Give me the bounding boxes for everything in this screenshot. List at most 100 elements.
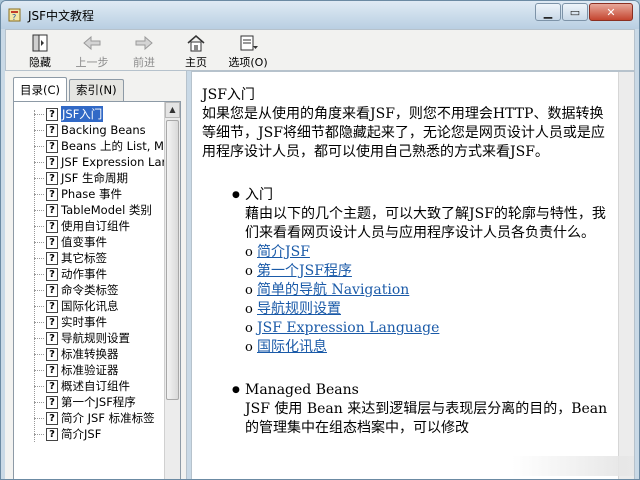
topic-link[interactable]: 导航规则设置 xyxy=(257,300,341,319)
topic-link[interactable]: 简单的导航 Navigation xyxy=(257,281,409,300)
forward-label: 前进 xyxy=(133,56,155,69)
help-page-icon: ? xyxy=(46,315,58,329)
circle-bullet-icon: o xyxy=(245,302,253,317)
tree-item[interactable]: ? Beans 上的 List, M xyxy=(14,138,164,154)
forward-arrow-icon xyxy=(135,35,153,51)
link-item: o 导航规则设置 xyxy=(245,300,612,319)
navigation-pane: 目录(C) 索引(N) ? JSF入门? Backing Beans? Beans 上… xyxy=(5,71,187,479)
tree-item[interactable]: ? 国际化讯息 xyxy=(14,298,164,314)
help-page-icon: ? xyxy=(46,427,58,441)
tree-item-label: 其它标签 xyxy=(61,251,107,265)
tree-item[interactable]: ? 动作事件 xyxy=(14,266,164,282)
bullet-icon: ● xyxy=(232,385,240,395)
tree-item-label: Backing Beans xyxy=(61,123,146,137)
tree-item[interactable]: ? JSF入门 xyxy=(14,106,164,122)
forward-button[interactable]: 前进 xyxy=(118,30,170,70)
help-page-icon: ? xyxy=(46,155,58,169)
options-button[interactable]: 选项(O) xyxy=(222,30,274,70)
help-page-icon: ? xyxy=(46,139,58,153)
tree-list: ? JSF入门? Backing Beans? Beans 上的 List, M? JS… xyxy=(14,106,164,442)
tree-item[interactable]: ? 标准转换器 xyxy=(14,346,164,362)
help-window: ? JSF中文教程 ▁ ▭ ✕ 隐藏 上一步 前进 主页 选项(O) 目录(C)… xyxy=(0,0,640,480)
contents-tree: ? JSF入门? Backing Beans? Beans 上的 List, M? JS… xyxy=(13,101,181,479)
topic-link[interactable]: JSF Expression Language xyxy=(257,319,439,338)
section-body: JSF 使用 Bean 来达到逻辑层与表现层分离的目的，Bean的管理集中在组态… xyxy=(245,401,608,436)
tree-item[interactable]: ? 第一个JSF程序 xyxy=(14,394,164,410)
window-title: JSF中文教程 xyxy=(28,8,95,23)
hide-icon xyxy=(32,34,48,52)
help-book-icon: ? xyxy=(8,8,21,22)
tree-item[interactable]: ? JSF 生命周期 xyxy=(14,170,164,186)
maximize-icon: ▭ xyxy=(569,5,581,19)
circle-bullet-icon: o xyxy=(245,264,253,279)
help-page-icon: ? xyxy=(46,363,58,377)
tab-contents[interactable]: 目录(C) xyxy=(13,77,68,101)
tree-item[interactable]: ? 简介 JSF 标准标签 xyxy=(14,410,164,426)
tree-item-label: 国际化讯息 xyxy=(61,299,119,313)
tree-item[interactable]: ? Phase 事件 xyxy=(14,186,164,202)
minimize-button[interactable]: ▁ xyxy=(535,3,561,21)
title-bar[interactable]: ? JSF中文教程 ▁ ▭ ✕ xyxy=(1,1,639,29)
tree-item[interactable]: ? 使用自订组件 xyxy=(14,218,164,234)
topic-link[interactable]: 简介JSF xyxy=(257,243,310,262)
tree-item-label: Beans 上的 List, M xyxy=(61,139,164,153)
back-label: 上一步 xyxy=(75,56,109,69)
circle-bullet-icon: o xyxy=(245,321,253,336)
minimize-icon: ▁ xyxy=(543,5,553,19)
scroll-up-icon[interactable]: ▲ xyxy=(165,102,180,118)
maximize-button[interactable]: ▭ xyxy=(562,3,588,21)
tree-item[interactable]: ? 导航规则设置 xyxy=(14,330,164,346)
back-button[interactable]: 上一步 xyxy=(66,30,118,70)
tree-item-label: TableModel 类别 xyxy=(61,203,152,217)
tab-index[interactable]: 索引(N) xyxy=(69,79,124,101)
close-button[interactable]: ✕ xyxy=(589,3,633,21)
tree-item-label: 动作事件 xyxy=(61,267,107,281)
help-page-icon: ? xyxy=(46,283,58,297)
tree-item[interactable]: ? 简介JSF xyxy=(14,426,164,442)
home-button[interactable]: 主页 xyxy=(170,30,222,70)
help-page-icon: ? xyxy=(46,299,58,313)
help-page-icon: ? xyxy=(46,379,58,393)
content-pane: JSF入门 如果您是从使用的角度来看JSF，则您不用理会HTTP、数据转换等细节… xyxy=(191,71,635,479)
watermark-overlay xyxy=(512,456,634,476)
tree-item[interactable]: ? 命令类标签 xyxy=(14,282,164,298)
tree-item[interactable]: ? 概述自订组件 xyxy=(14,378,164,394)
tree-item[interactable]: ? Backing Beans xyxy=(14,122,164,138)
options-label: 选项(O) xyxy=(228,56,268,69)
content-scrollbar[interactable] xyxy=(618,72,634,479)
tree-scrollbar[interactable]: ▲ xyxy=(164,102,180,479)
tree-item-label: JSF入门 xyxy=(61,106,104,122)
tree-item[interactable]: ? 实时事件 xyxy=(14,314,164,330)
tree-item[interactable]: ? TableModel 类别 xyxy=(14,202,164,218)
tree-item-label: 简介JSF xyxy=(61,427,102,441)
help-page-icon: ? xyxy=(46,235,58,249)
hide-button[interactable]: 隐藏 xyxy=(14,30,66,70)
tree-item-label: 命令类标签 xyxy=(61,283,119,297)
tree-item-label: Phase 事件 xyxy=(61,187,122,201)
nav-tabs: 目录(C) 索引(N) xyxy=(13,77,126,101)
link-item: o JSF Expression Language xyxy=(245,319,612,338)
topic-link[interactable]: 第一个JSF程序 xyxy=(257,262,352,281)
tree-item-label: 标准转换器 xyxy=(61,347,119,361)
tree-item[interactable]: ? JSF Expression Lar xyxy=(14,154,164,170)
circle-bullet-icon: o xyxy=(245,283,253,298)
scroll-thumb[interactable] xyxy=(166,120,179,400)
tree-item-label: 简介 JSF 标准标签 xyxy=(61,411,155,425)
tree-item-label: 导航规则设置 xyxy=(61,331,130,345)
tree-item[interactable]: ? 其它标签 xyxy=(14,250,164,266)
toolbar: 隐藏 上一步 前进 主页 选项(O) xyxy=(5,29,635,71)
topic-link[interactable]: 国际化讯息 xyxy=(257,338,327,357)
topic-title: JSF入门 xyxy=(202,87,255,103)
section-heading: 入门 xyxy=(245,187,273,203)
tree-item-label: 值变事件 xyxy=(61,235,107,249)
tree-item[interactable]: ? 标准验证器 xyxy=(14,362,164,378)
tree-item[interactable]: ? 值变事件 xyxy=(14,234,164,250)
help-page-icon: ? xyxy=(46,395,58,409)
help-page-icon: ? xyxy=(46,107,58,121)
back-arrow-icon xyxy=(83,35,101,51)
topic-content: JSF入门 如果您是从使用的角度来看JSF，则您不用理会HTTP、数据转换等细节… xyxy=(202,86,612,438)
bullet-icon: ● xyxy=(232,190,240,200)
section-getting-started: ● 入门 藉由以下的几个主题，可以大致了解JSF的轮廓与特性，我们来看看网页设计… xyxy=(232,186,612,357)
tree-item-label: 实时事件 xyxy=(61,315,107,329)
help-page-icon: ? xyxy=(46,331,58,345)
